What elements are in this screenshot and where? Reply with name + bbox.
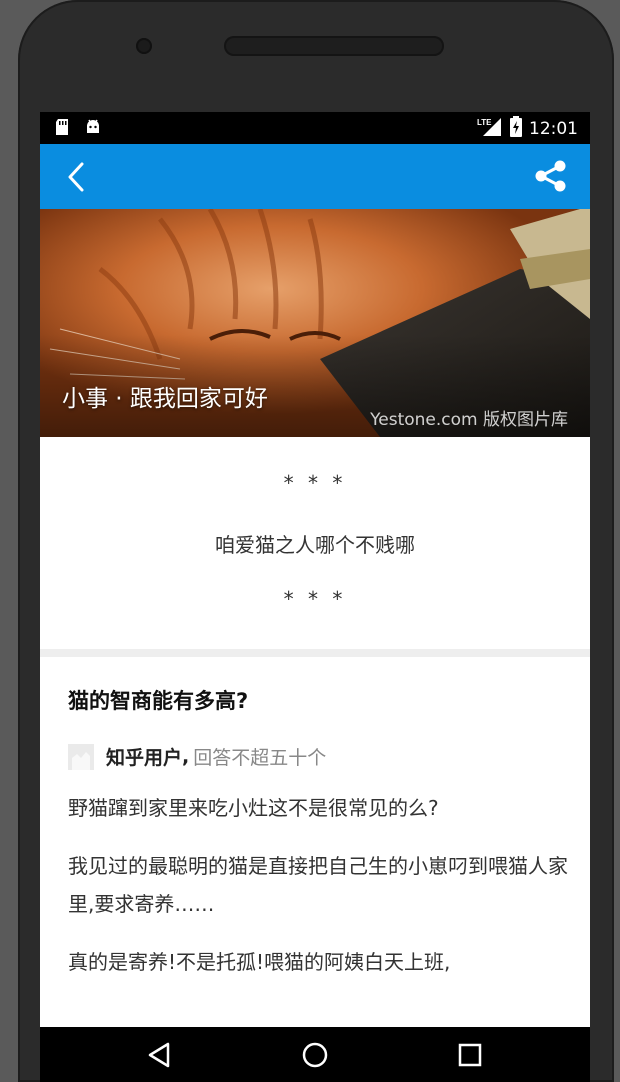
recents-square-icon bbox=[458, 1043, 482, 1067]
answer-paragraph: 真的是寄养!不是托孤!喂猫的阿姨白天上班, bbox=[68, 950, 451, 974]
answer-paragraph: 我见过的最聪明的猫是直接把自己生的小崽叼到喂猫人家里,要求寄养…… bbox=[68, 854, 568, 916]
author-description: 回答不超五十个 bbox=[193, 747, 327, 769]
battery-charging-icon bbox=[509, 116, 523, 142]
system-nav-bar bbox=[40, 1027, 590, 1082]
back-triangle-icon bbox=[148, 1042, 170, 1068]
front-camera bbox=[136, 38, 152, 54]
image-credit: Yestone.com 版权图片库 bbox=[370, 410, 568, 430]
chevron-left-icon bbox=[68, 162, 84, 192]
share-icon bbox=[535, 160, 566, 192]
question-title[interactable]: 猫的智商能有多高? bbox=[68, 685, 248, 715]
back-button[interactable] bbox=[64, 160, 94, 194]
app-bar bbox=[40, 144, 590, 209]
section-divider bbox=[40, 649, 590, 657]
earpiece-speaker bbox=[224, 36, 444, 56]
separator-stars-top: * * * bbox=[283, 471, 347, 495]
nav-recents-button[interactable] bbox=[454, 1039, 486, 1071]
intro-text: 咱爱猫之人哪个不贱哪 bbox=[215, 533, 415, 557]
hero-image[interactable]: 小事 · 跟我回家可好 Yestone.com 版权图片库 bbox=[40, 209, 590, 437]
avatar[interactable] bbox=[68, 743, 94, 770]
author-name[interactable]: 知乎用户 bbox=[106, 743, 182, 770]
status-time: 12:01 bbox=[529, 119, 578, 139]
network-label: LTE bbox=[477, 118, 492, 127]
intro-section: * * * 咱爱猫之人哪个不贱哪 * * * bbox=[40, 437, 590, 649]
android-icon bbox=[84, 118, 102, 140]
separator-stars-bottom: * * * bbox=[283, 587, 347, 611]
author-row[interactable]: 知乎用户 , 回答不超五十个 bbox=[68, 743, 326, 770]
screen: LTE 12:01 小事 · 跟我回家可好 Yestone.com 版权图片库 … bbox=[40, 112, 590, 1082]
answer-paragraph: 野猫蹿到家里来吃小灶这不是很常见的么? bbox=[68, 796, 439, 820]
hero-title: 小事 · 跟我回家可好 bbox=[62, 386, 268, 412]
status-bar: LTE 12:01 bbox=[40, 112, 590, 144]
share-button[interactable] bbox=[534, 159, 568, 193]
nav-back-button[interactable] bbox=[144, 1039, 176, 1071]
lte-signal-icon: LTE bbox=[477, 116, 503, 142]
nav-home-button[interactable] bbox=[299, 1039, 331, 1071]
sd-card-icon bbox=[54, 118, 70, 140]
answer-card[interactable]: 猫的智商能有多高? 知乎用户 , 回答不超五十个 野猫蹿到家里来吃小灶这不是很常… bbox=[40, 657, 590, 1027]
home-circle-icon bbox=[302, 1042, 328, 1068]
author-separator: , bbox=[182, 745, 190, 768]
